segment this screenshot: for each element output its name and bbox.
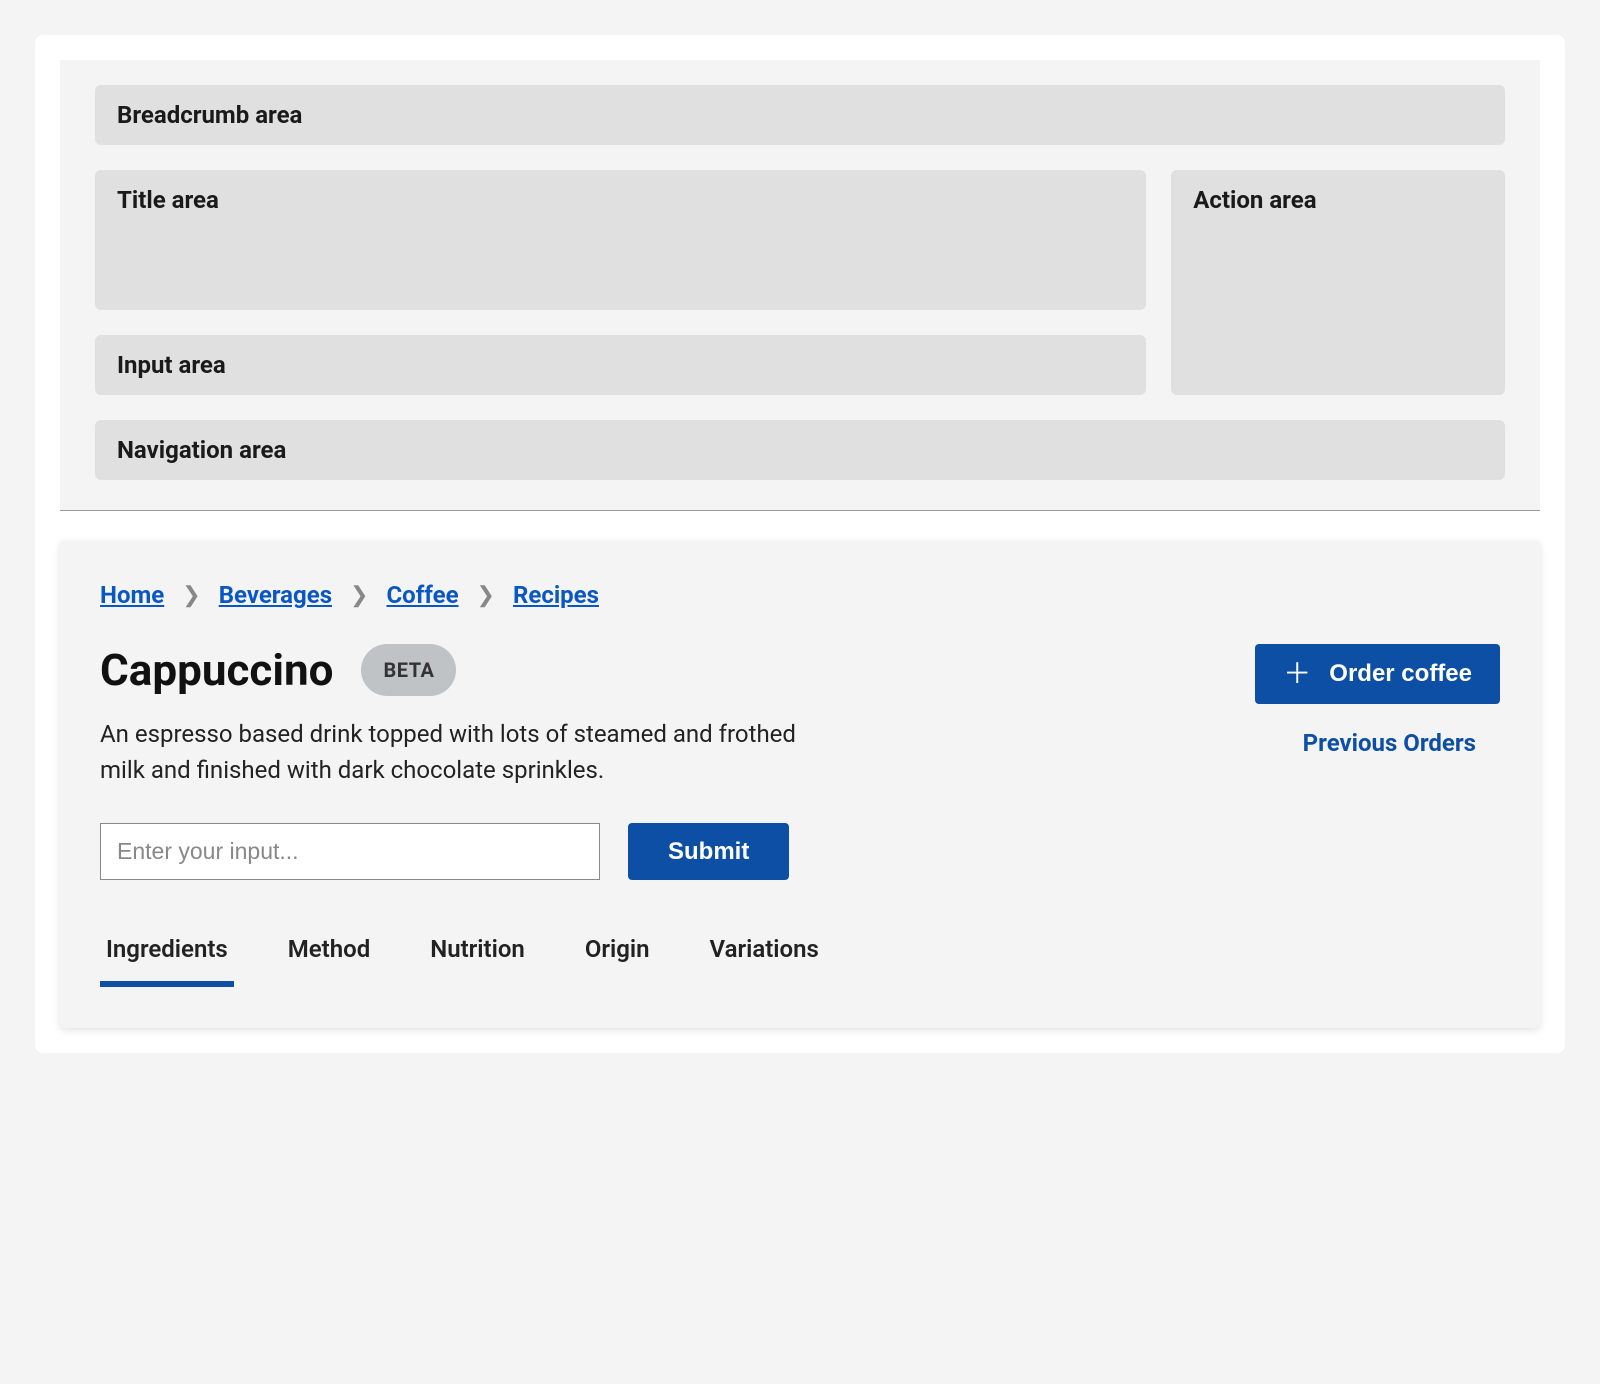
chevron-right-icon: ❯ xyxy=(477,583,495,608)
breadcrumb-link-recipes[interactable]: Recipes xyxy=(513,581,599,609)
example-panel: Home ❯ Beverages ❯ Coffee ❯ Recipes Capp… xyxy=(60,541,1540,1028)
schematic-action-area: Action area xyxy=(1171,170,1505,395)
breadcrumb-link-coffee[interactable]: Coffee xyxy=(386,581,458,609)
plus-icon: ＋ xyxy=(1283,660,1311,688)
page-description: An espresso based drink topped with lots… xyxy=(100,716,830,788)
page-container: Breadcrumb area Title area Action area I… xyxy=(35,35,1565,1053)
breadcrumb: Home ❯ Beverages ❯ Coffee ❯ Recipes xyxy=(100,581,1500,609)
schematic-input-area: Input area xyxy=(95,335,1146,395)
title-area: Cappuccino BETA An espresso based drink … xyxy=(100,644,830,788)
main-input[interactable] xyxy=(100,823,600,880)
navigation-tabs: Ingredients Method Nutrition Origin Vari… xyxy=(100,935,1500,988)
submit-button[interactable]: Submit xyxy=(628,823,789,880)
tab-variations[interactable]: Variations xyxy=(704,935,825,987)
tab-nutrition[interactable]: Nutrition xyxy=(424,935,531,987)
chevron-right-icon: ❯ xyxy=(350,583,368,608)
status-badge: BETA xyxy=(361,644,456,696)
previous-orders-link[interactable]: Previous Orders xyxy=(1303,729,1476,757)
input-area: Submit xyxy=(100,823,1500,880)
order-coffee-label: Order coffee xyxy=(1329,660,1472,688)
breadcrumb-link-beverages[interactable]: Beverages xyxy=(219,581,332,609)
tab-ingredients[interactable]: Ingredients xyxy=(100,935,234,987)
tab-origin[interactable]: Origin xyxy=(579,935,656,987)
schematic-breadcrumb-area: Breadcrumb area xyxy=(95,85,1505,145)
header-row: Cappuccino BETA An espresso based drink … xyxy=(100,644,1500,788)
schematic-diagram: Breadcrumb area Title area Action area I… xyxy=(60,60,1540,511)
schematic-navigation-area: Navigation area xyxy=(95,420,1505,480)
schematic-title-area: Title area xyxy=(95,170,1146,310)
action-area: ＋ Order coffee Previous Orders xyxy=(1255,644,1500,757)
page-title: Cappuccino xyxy=(100,644,333,696)
order-coffee-button[interactable]: ＋ Order coffee xyxy=(1255,644,1500,704)
tab-method[interactable]: Method xyxy=(282,935,376,987)
breadcrumb-link-home[interactable]: Home xyxy=(100,581,164,609)
chevron-right-icon: ❯ xyxy=(182,583,200,608)
